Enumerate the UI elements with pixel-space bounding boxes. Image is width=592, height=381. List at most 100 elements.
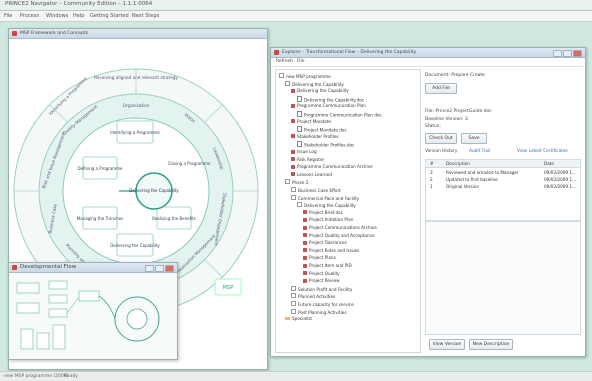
tree-node[interactable]: Delivering the Capability [285,80,344,87]
tree-node[interactable]: Project Initiation Plan [303,217,353,222]
status-right: Ready [64,373,78,379]
tree-node-label: Post Planning Activities [298,309,347,315]
version-table: # Description Date 3 Reviewed and emaile… [425,159,581,221]
tree-node-label: Project Mandate [297,118,331,124]
row-description: Reviewed and emailed to Manager [446,170,519,175]
tree-node[interactable]: Solution Profit and Facility [291,285,353,292]
tree-node[interactable]: Future capacity for service [291,301,354,307]
tree-node[interactable]: Delivering the Capability.doc [297,95,365,103]
tree-node[interactable]: Risk Register [291,157,324,162]
tree-node[interactable]: Project Item and PID [303,263,352,268]
expand-icon [285,179,290,185]
tree-node[interactable]: Programme Communication Plan [291,103,366,108]
tree-node-label: Programme Communication Plan.doc [304,112,382,118]
menu-help[interactable]: Help [73,13,84,19]
tree-node-label: Project Roles and Issues [309,247,360,253]
tree-node[interactable]: Specialist [285,316,312,321]
expand-icon [291,308,296,314]
tree-node[interactable]: Project Quality [303,271,340,276]
tree-node[interactable]: Programme Communication Plan.doc [297,111,382,118]
tree-node-label: Delivering the Capability.doc [304,97,365,103]
box-identifying: Identifying a Programme [110,130,160,135]
tree-node[interactable]: Delivering the Capability [297,202,356,208]
item-icon [303,210,307,215]
developmental-flow-window[interactable]: Developmental Flow [8,262,178,360]
tree-node-label: Lessons Learned [297,171,332,177]
tree-node[interactable]: Project Communications Archive [303,225,377,230]
tree-node[interactable]: Project Quality and Acceptance [303,233,375,238]
tree-node-label: Project Item and PID [309,263,352,268]
menu-bar: File Process Windows Help Getting Starte… [0,11,592,22]
msp-framework-title: MSP Framework and Concepts [20,30,89,36]
box-realising: Realising the Benefits [152,216,195,221]
add-file-button[interactable]: Add File [425,83,457,94]
msp-framework-titlebar[interactable]: MSP Framework and Concepts [9,29,267,39]
new-description-button[interactable]: New Description [469,339,513,350]
col-description: Description [446,161,470,166]
explorer-window[interactable]: Explorer – Transformational Flow – Deliv… [270,47,586,357]
tree-node-label: Project Communications Archive [309,225,377,230]
tab-view-latest[interactable]: View Latest Certificates [517,149,568,154]
submenu-file[interactable]: File [297,59,305,64]
devflow-title: Developmental Flow [20,264,77,270]
tree-node-label: Project Plans [309,255,336,261]
tree-node[interactable]: Project Tolerances [303,240,347,245]
tree-node-label: Project Mandate.doc [304,127,347,133]
tree-node[interactable]: Project Review [303,278,340,283]
submenu-refresh[interactable]: Refresh [276,59,293,64]
tree-node[interactable]: Lessons Learned [291,172,332,177]
tree-node[interactable]: Stakeholder Profiles.doc [297,141,354,148]
item-icon [291,149,295,154]
menu-getting-started[interactable]: Getting Started [90,13,129,19]
tree-node-label: Solution Profit and Facility [298,286,353,292]
menu-next-steps[interactable]: Next Steps [132,13,159,19]
tree-node[interactable]: Project Mandate [291,119,331,124]
tree-node[interactable]: Commercial Pace and Facility [291,194,360,201]
tree-node-label: Project Review [309,278,340,284]
explorer-titlebar[interactable]: Explorer – Transformational Flow – Deliv… [271,48,585,58]
tree-node[interactable]: Business Case Effort [291,187,341,193]
tree-node-label: Project Quality [309,270,340,276]
col-date: Date [544,161,555,166]
tree-node[interactable]: new MSP programme [279,73,331,79]
col-number: # [430,161,434,166]
document-icon [297,111,302,117]
tree-node[interactable]: Phase 2 [285,179,309,185]
version-table-header: # Description Date [426,160,580,168]
row-number: 3 [430,170,433,175]
view-version-button[interactable]: View Version [429,339,465,350]
box-closing: Closing a Programme [168,161,211,166]
window-icon [274,50,279,55]
tab-version-history[interactable]: Version History [425,149,457,154]
tree-node-label: Future capacity for service [298,302,354,307]
tree-node[interactable]: Project Brief.doc [303,210,343,215]
tree-node[interactable]: Planned Activities [291,293,335,299]
tree-node[interactable]: Stakeholder Profiles [291,134,339,139]
menu-process[interactable]: Process [20,13,39,19]
tree-node[interactable]: Programme Communication Archive [291,164,373,169]
item-icon [291,164,295,169]
tree-node[interactable]: Issue Log [291,149,317,154]
tree-node-label: Commercial Pace and Facility [298,195,360,201]
item-icon [303,240,307,245]
row-date: 09/03/2009 1... [544,184,577,189]
expand-icon [291,194,296,200]
tab-audit-trail[interactable]: Audit Trail [469,149,490,154]
tree-node[interactable]: Post Planning Activities [291,308,347,315]
tree-node[interactable]: Project Roles and Issues [303,248,359,253]
menu-file[interactable]: File [4,13,12,19]
tree-node[interactable]: Project Mandate.doc [297,126,347,133]
item-icon [291,134,295,139]
check-out-button[interactable]: Check Out [425,133,457,144]
tree-node-label: Programme Communication Archive [297,164,373,170]
devflow-titlebar[interactable]: Developmental Flow [9,263,177,273]
menu-windows[interactable]: Windows [46,13,68,19]
item-icon [291,172,295,177]
document-tree[interactable]: new MSP programme Delivering the Capabili… [275,69,421,353]
tree-node-label: Project Brief.doc [309,209,344,215]
tree-node[interactable]: Project Plans [303,255,336,260]
tree-node-label: Delivering the Capability [304,203,356,209]
item-icon [291,103,295,108]
tree-node[interactable]: Delivering the Capability [291,88,349,93]
save-button[interactable]: Save [461,133,487,144]
